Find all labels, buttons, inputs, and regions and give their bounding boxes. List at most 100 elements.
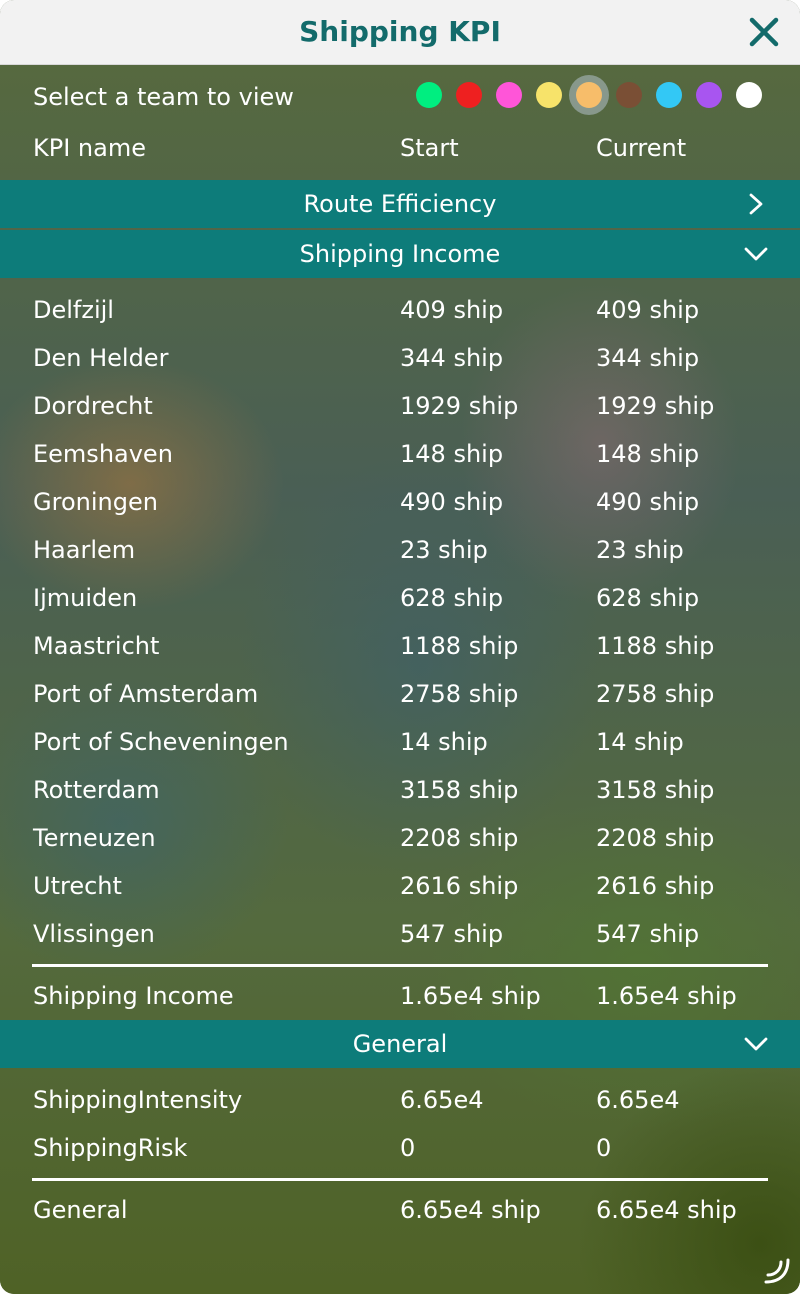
table-row: ShippingRisk 0 0 bbox=[0, 1124, 800, 1172]
kpi-current-value: 628 ship bbox=[596, 584, 700, 612]
kpi-start-value: 1929 ship bbox=[400, 392, 519, 420]
table-row: Ijmuiden 628 ship 628 ship bbox=[0, 574, 800, 622]
kpi-name: Maastricht bbox=[33, 632, 160, 660]
section-shipping-income[interactable]: Shipping Income bbox=[0, 230, 800, 278]
team-color-swatch[interactable] bbox=[656, 82, 682, 108]
kpi-start-value: 2616 ship bbox=[400, 872, 519, 900]
kpi-name: ShippingIntensity bbox=[33, 1086, 243, 1114]
kpi-name: Den Helder bbox=[33, 344, 169, 372]
table-row: Groningen 490 ship 490 ship bbox=[0, 478, 800, 526]
table-row: Port of Amsterdam 2758 ship 2758 ship bbox=[0, 670, 800, 718]
team-selector-label: Select a team to view bbox=[33, 83, 294, 111]
kpi-current-value: 14 ship bbox=[596, 728, 684, 756]
table-row: Maastricht 1188 ship 1188 ship bbox=[0, 622, 800, 670]
kpi-current-value: 6.65e4 bbox=[596, 1086, 680, 1114]
table-row: Delfzijl 409 ship 409 ship bbox=[0, 286, 800, 334]
team-color-swatch[interactable] bbox=[496, 82, 522, 108]
chevron-down-icon[interactable] bbox=[744, 1032, 768, 1056]
team-color-swatch[interactable] bbox=[576, 82, 602, 108]
total-current: 1.65e4 ship bbox=[596, 982, 737, 1010]
table-row: Den Helder 344 ship 344 ship bbox=[0, 334, 800, 382]
kpi-start-value: 2208 ship bbox=[400, 824, 519, 852]
kpi-name: ShippingRisk bbox=[33, 1134, 188, 1162]
kpi-name: Port of Scheveningen bbox=[33, 728, 289, 756]
kpi-name: Groningen bbox=[33, 488, 158, 516]
general-rows: ShippingIntensity 6.65e4 6.65e4 ShippingRis… bbox=[0, 1076, 800, 1172]
kpi-start-value: 490 ship bbox=[400, 488, 504, 516]
general-total-row: General 6.65e4 ship 6.65e4 ship bbox=[0, 1186, 800, 1234]
kpi-start-value: 3158 ship bbox=[400, 776, 519, 804]
close-icon[interactable] bbox=[746, 14, 782, 50]
section-title: Route Efficiency bbox=[303, 190, 497, 218]
kpi-name: Ijmuiden bbox=[33, 584, 138, 612]
kpi-current-value: 3158 ship bbox=[596, 776, 715, 804]
window-title: Shipping KPI bbox=[299, 15, 501, 48]
kpi-current-value: 547 ship bbox=[596, 920, 700, 948]
kpi-start-value: 23 ship bbox=[400, 536, 488, 564]
kpi-current-value: 0 bbox=[596, 1134, 612, 1162]
table-row: Eemshaven 148 ship 148 ship bbox=[0, 430, 800, 478]
team-color-swatch[interactable] bbox=[416, 82, 442, 108]
kpi-name: Haarlem bbox=[33, 536, 136, 564]
kpi-start-value: 409 ship bbox=[400, 296, 504, 324]
kpi-start-value: 547 ship bbox=[400, 920, 504, 948]
total-name: General bbox=[33, 1196, 128, 1224]
team-color-swatches bbox=[402, 82, 762, 112]
total-start: 1.65e4 ship bbox=[400, 982, 541, 1010]
kpi-start-value: 0 bbox=[400, 1134, 416, 1162]
resize-handle-icon[interactable] bbox=[762, 1256, 792, 1286]
kpi-name: Vlissingen bbox=[33, 920, 155, 948]
kpi-name: Delfzijl bbox=[33, 296, 114, 324]
kpi-start-value: 1188 ship bbox=[400, 632, 519, 660]
table-row: Utrecht 2616 ship 2616 ship bbox=[0, 862, 800, 910]
kpi-content: Select a team to view KPI name Start Cur… bbox=[0, 64, 800, 1234]
kpi-start-value: 2758 ship bbox=[400, 680, 519, 708]
kpi-name: Dordrecht bbox=[33, 392, 153, 420]
kpi-current-value: 23 ship bbox=[596, 536, 684, 564]
team-color-swatch[interactable] bbox=[536, 82, 562, 108]
column-header-start: Start bbox=[400, 134, 459, 162]
kpi-current-value: 148 ship bbox=[596, 440, 700, 468]
team-color-swatch[interactable] bbox=[696, 82, 722, 108]
team-color-swatch[interactable] bbox=[736, 82, 762, 108]
table-row: Haarlem 23 ship 23 ship bbox=[0, 526, 800, 574]
kpi-name: Port of Amsterdam bbox=[33, 680, 259, 708]
team-color-swatch[interactable] bbox=[456, 82, 482, 108]
divider bbox=[32, 964, 768, 967]
chevron-down-icon[interactable] bbox=[744, 242, 768, 266]
kpi-name: Utrecht bbox=[33, 872, 122, 900]
kpi-current-value: 1188 ship bbox=[596, 632, 715, 660]
section-general[interactable]: General bbox=[0, 1020, 800, 1068]
total-current: 6.65e4 ship bbox=[596, 1196, 737, 1224]
column-header-current: Current bbox=[596, 134, 687, 162]
shipping-income-rows: Delfzijl 409 ship 409 ship Den Helder 344 sh… bbox=[0, 286, 800, 958]
table-row: Port of Scheveningen 14 ship 14 ship bbox=[0, 718, 800, 766]
team-color-swatch[interactable] bbox=[616, 82, 642, 108]
table-row: Terneuzen 2208 ship 2208 ship bbox=[0, 814, 800, 862]
kpi-current-value: 2208 ship bbox=[596, 824, 715, 852]
kpi-start-value: 628 ship bbox=[400, 584, 504, 612]
kpi-start-value: 148 ship bbox=[400, 440, 504, 468]
kpi-current-value: 1929 ship bbox=[596, 392, 715, 420]
table-row: Dordrecht 1929 ship 1929 ship bbox=[0, 382, 800, 430]
kpi-start-value: 344 ship bbox=[400, 344, 504, 372]
column-header-name: KPI name bbox=[33, 134, 146, 162]
divider bbox=[32, 1178, 768, 1181]
kpi-name: Eemshaven bbox=[33, 440, 173, 468]
kpi-current-value: 490 ship bbox=[596, 488, 700, 516]
team-selector-row: Select a team to view bbox=[0, 64, 800, 130]
chevron-right-icon[interactable] bbox=[744, 192, 768, 216]
kpi-current-value: 2758 ship bbox=[596, 680, 715, 708]
kpi-name: Terneuzen bbox=[33, 824, 156, 852]
column-header-row: KPI name Start Current bbox=[0, 130, 800, 180]
total-name: Shipping Income bbox=[33, 982, 234, 1010]
total-start: 6.65e4 ship bbox=[400, 1196, 541, 1224]
table-row: Vlissingen 547 ship 547 ship bbox=[0, 910, 800, 958]
kpi-start-value: 14 ship bbox=[400, 728, 488, 756]
section-title: Shipping Income bbox=[299, 240, 501, 268]
title-bar[interactable]: Shipping KPI bbox=[0, 0, 800, 65]
section-route-efficiency[interactable]: Route Efficiency bbox=[0, 180, 800, 228]
table-row: ShippingIntensity 6.65e4 6.65e4 bbox=[0, 1076, 800, 1124]
kpi-start-value: 6.65e4 bbox=[400, 1086, 484, 1114]
shipping-income-total-row: Shipping Income 1.65e4 ship 1.65e4 ship bbox=[0, 972, 800, 1020]
